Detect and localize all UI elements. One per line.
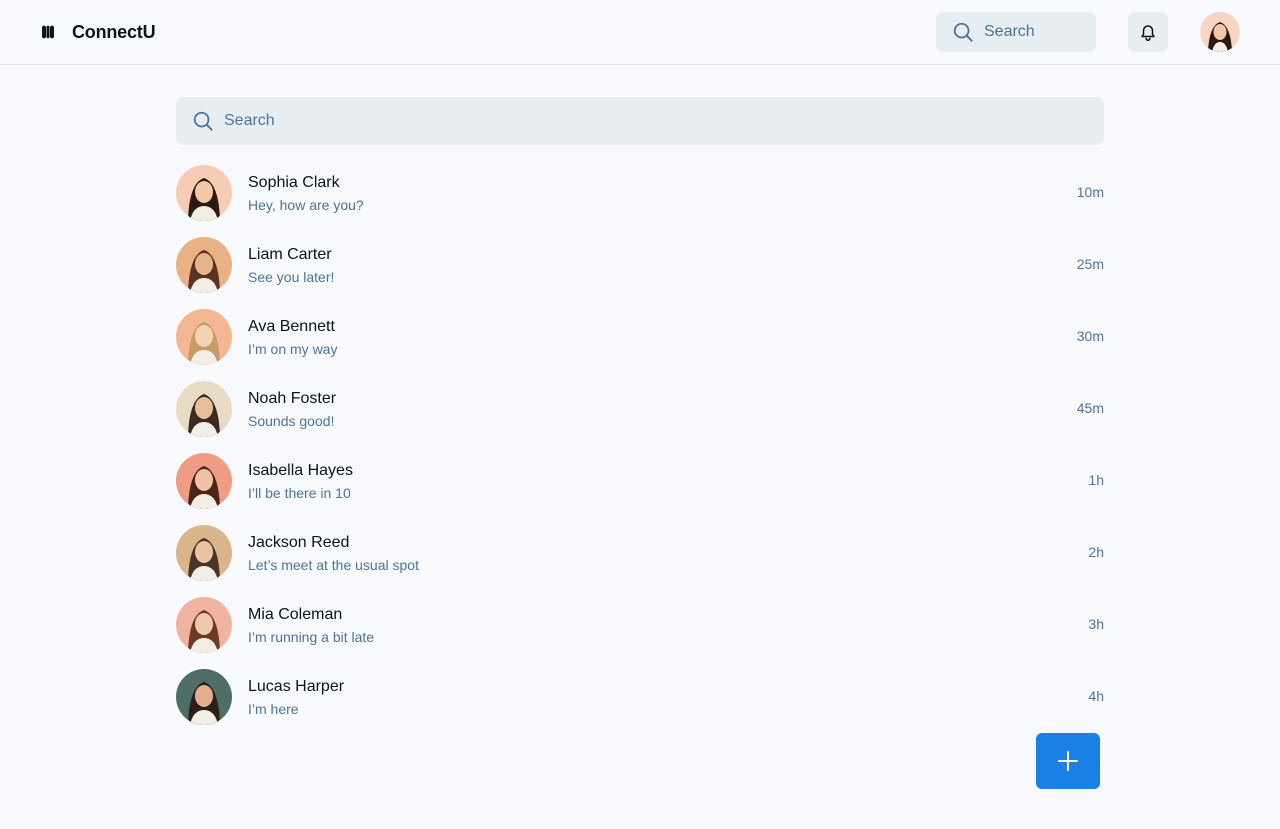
chat-text: Liam Carter See you later! xyxy=(248,237,334,286)
search-icon xyxy=(953,22,973,42)
header-search-input[interactable]: Search xyxy=(936,12,1096,52)
chat-text: Noah Foster Sounds good! xyxy=(248,381,336,430)
plus-icon xyxy=(1058,751,1078,771)
chat-list: Sophia Clark Hey, how are you? 10m Liam Car… xyxy=(176,165,1104,741)
contact-name: Ava Bennett xyxy=(248,318,335,335)
new-chat-button[interactable] xyxy=(1036,733,1100,789)
chat-text: Mia Coleman I’m running a bit late xyxy=(248,597,374,646)
last-message: I’m running a bit late xyxy=(248,629,375,645)
profile-picture xyxy=(1200,12,1240,52)
header-search-placeholder: Search xyxy=(984,23,1035,40)
contact-avatar xyxy=(176,165,232,221)
contact-avatar xyxy=(176,597,232,653)
chat-list-item[interactable]: Lucas Harper I’m here 4h xyxy=(176,669,1104,741)
message-timestamp: 2h xyxy=(1088,544,1104,560)
chat-search-input[interactable]: Search xyxy=(176,97,1104,145)
message-timestamp: 3h xyxy=(1088,616,1104,632)
contact-name: Sophia Clark xyxy=(248,174,340,191)
last-message: I’m here xyxy=(248,701,299,717)
top-navigation-bar: ConnectU Search xyxy=(0,0,1280,65)
chat-text: Lucas Harper I’m here xyxy=(248,669,344,718)
last-message: I’m on my way xyxy=(248,341,338,357)
chat-search-placeholder: Search xyxy=(224,112,275,129)
message-timestamp: 45m xyxy=(1076,400,1104,416)
chat-list-item[interactable]: Jackson Reed Let’s meet at the usual spot… xyxy=(176,525,1104,597)
brand[interactable]: ConnectU xyxy=(40,20,156,44)
last-message: I’ll be there in 10 xyxy=(248,485,351,501)
message-timestamp: 10m xyxy=(1076,184,1104,200)
user-avatar[interactable] xyxy=(1200,12,1240,52)
chat-list-item[interactable]: Isabella Hayes I’ll be there in 10 1h xyxy=(176,453,1104,525)
contact-avatar xyxy=(176,525,232,581)
contact-name: Lucas Harper xyxy=(248,678,345,695)
chat-list-item[interactable]: Sophia Clark Hey, how are you? 10m xyxy=(176,165,1104,237)
contact-avatar xyxy=(176,237,232,293)
chat-list-item[interactable]: Noah Foster Sounds good! 45m xyxy=(176,381,1104,453)
chat-list-item[interactable]: Liam Carter See you later! 25m xyxy=(176,237,1104,309)
logo-icon xyxy=(42,25,54,39)
contact-name: Isabella Hayes xyxy=(248,462,353,479)
chat-text: Ava Bennett I’m on my way xyxy=(248,309,337,358)
contact-name: Noah Foster xyxy=(248,390,337,407)
contact-name: Liam Carter xyxy=(248,246,332,263)
last-message: Sounds good! xyxy=(248,413,335,429)
contact-avatar xyxy=(176,381,232,437)
contact-avatar xyxy=(176,453,232,509)
chat-text: Isabella Hayes I’ll be there in 10 xyxy=(248,453,353,502)
contact-avatar xyxy=(176,669,232,725)
chat-list-item[interactable]: Ava Bennett I’m on my way 30m xyxy=(176,309,1104,381)
contact-avatar xyxy=(176,309,232,365)
last-message: See you later! xyxy=(248,269,335,285)
brand-name: ConnectU xyxy=(72,21,156,42)
message-timestamp: 25m xyxy=(1076,256,1104,272)
chat-text: Sophia Clark Hey, how are you? xyxy=(248,165,364,214)
chat-list-item[interactable]: Mia Coleman I’m running a bit late 3h xyxy=(176,597,1104,669)
contact-name: Mia Coleman xyxy=(248,606,343,623)
message-timestamp: 30m xyxy=(1076,328,1104,344)
message-timestamp: 4h xyxy=(1088,688,1104,704)
bell-icon xyxy=(1141,25,1155,41)
chat-text: Jackson Reed Let’s meet at the usual spot xyxy=(248,525,419,574)
message-timestamp: 1h xyxy=(1088,472,1104,488)
last-message: Let’s meet at the usual spot xyxy=(248,557,419,573)
search-icon xyxy=(193,111,213,131)
contact-name: Jackson Reed xyxy=(248,534,350,551)
last-message: Hey, how are you? xyxy=(248,197,364,213)
notifications-button[interactable] xyxy=(1128,12,1168,52)
